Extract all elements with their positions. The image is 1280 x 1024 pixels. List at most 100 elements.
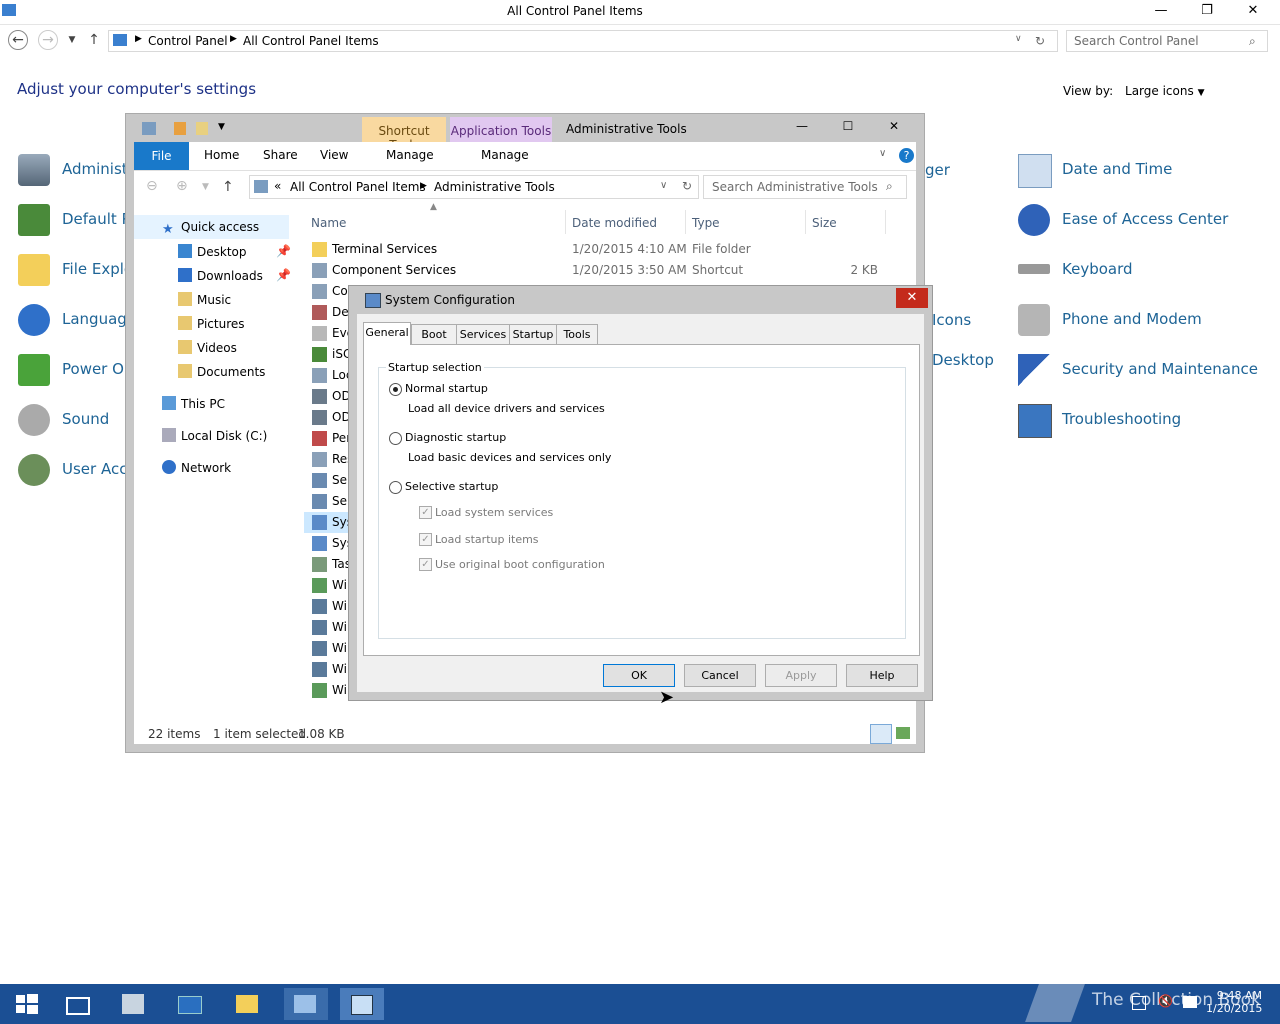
chevron-down-icon[interactable]: ∨: [660, 180, 667, 191]
volume-muted-tray-icon[interactable]: 🔇: [1158, 994, 1173, 1008]
new-folder-icon[interactable]: [196, 122, 208, 135]
column-header-name[interactable]: Name: [311, 216, 346, 230]
checkbox-use-original-boot[interactable]: ✓: [419, 558, 432, 571]
refresh-icon[interactable]: ↻: [682, 179, 692, 193]
label-selective-startup[interactable]: Selective startup: [405, 480, 498, 493]
ribbon-tab-manage-application[interactable]: Manage: [481, 148, 529, 162]
details-view-icon[interactable]: [870, 724, 892, 744]
address-bar[interactable]: ▶ Control Panel ▶ All Control Panel Item…: [108, 30, 1058, 52]
column-divider[interactable]: [685, 210, 686, 234]
close-button[interactable]: ✕: [1230, 0, 1276, 22]
minimize-button[interactable]: —: [1138, 0, 1184, 22]
ribbon-tab-home[interactable]: Home: [204, 148, 239, 162]
forward-arrow-icon[interactable]: ⊕: [176, 178, 188, 194]
search-box[interactable]: Search Control Panel ⌕: [1066, 30, 1268, 52]
nav-item-downloads[interactable]: Downloads: [178, 268, 263, 283]
nav-this-pc[interactable]: This PC: [162, 396, 225, 411]
cp-item-keyboard[interactable]: Keyboard: [1018, 250, 1268, 290]
back-arrow-icon[interactable]: ⊖: [146, 178, 158, 194]
nav-item-videos[interactable]: Videos: [178, 340, 237, 355]
cp-item-language[interactable]: Language: [18, 300, 138, 340]
cp-item-sound[interactable]: Sound: [18, 400, 138, 440]
forward-arrow-icon[interactable]: →: [38, 30, 58, 50]
cp-item-file-explorer[interactable]: File Explo: [18, 250, 138, 290]
recent-dropdown-icon[interactable]: ▼: [202, 182, 209, 192]
up-arrow-icon[interactable]: ↑: [222, 179, 234, 195]
nav-item-desktop[interactable]: Desktop: [178, 244, 247, 259]
file-explorer-taskbar-icon[interactable]: [226, 988, 270, 1020]
tab-tools[interactable]: Tools: [556, 324, 598, 345]
server-manager-icon[interactable]: [112, 988, 156, 1020]
up-arrow-icon[interactable]: ↑: [84, 30, 104, 50]
network-tray-icon[interactable]: [1132, 996, 1146, 1010]
search-icon[interactable]: ⌕: [1249, 34, 1256, 49]
cp-item-date-and-time[interactable]: Date and Time: [1018, 150, 1268, 190]
start-button[interactable]: [4, 988, 48, 1020]
checkbox-load-startup-items[interactable]: ✓: [419, 533, 432, 546]
quick-access-toolbar-dropdown-icon[interactable]: ▼: [218, 122, 225, 132]
breadcrumb-control-panel[interactable]: Control Panel: [148, 34, 228, 48]
radio-selective-startup[interactable]: [389, 481, 402, 494]
column-divider[interactable]: [565, 210, 566, 234]
expand-ribbon-icon[interactable]: ∨: [879, 148, 886, 159]
cp-item-administrative-tools[interactable]: Administ: [18, 150, 138, 190]
dialog-close-button[interactable]: ✕: [896, 288, 928, 308]
action-center-icon[interactable]: [1183, 996, 1197, 1008]
recent-dropdown-icon[interactable]: ▼: [62, 30, 82, 50]
large-icons-view-icon[interactable]: [896, 727, 910, 739]
cp-item-default-programs[interactable]: Default P: [18, 200, 138, 240]
tab-general[interactable]: General: [363, 322, 411, 345]
cp-item-troubleshooting[interactable]: Troubleshooting: [1018, 400, 1268, 440]
cancel-button[interactable]: Cancel: [684, 664, 756, 687]
cp-item-power-options[interactable]: Power Op: [18, 350, 138, 390]
ok-button[interactable]: OK: [603, 664, 675, 687]
file-row[interactable]: Component Services 1/20/2015 3:50 AM Short…: [304, 260, 894, 281]
view-by-dropdown[interactable]: Large icons ▼: [1125, 84, 1204, 98]
ribbon-tab-manage-shortcut[interactable]: Manage: [386, 148, 434, 162]
checkbox-load-system-services[interactable]: ✓: [419, 506, 432, 519]
pin-icon[interactable]: 📌: [276, 244, 291, 258]
search-icon[interactable]: ⌕: [886, 179, 893, 194]
task-view-icon[interactable]: [56, 988, 100, 1020]
radio-diagnostic-startup[interactable]: [389, 432, 402, 445]
explorer-maximize-button[interactable]: ☐: [826, 116, 870, 136]
pin-icon[interactable]: 📌: [276, 268, 291, 282]
tab-services[interactable]: Services: [456, 324, 510, 345]
breadcrumb-admin-tools[interactable]: Administrative Tools: [434, 180, 555, 194]
nav-item-music[interactable]: Music: [178, 292, 231, 307]
control-panel-taskbar-icon[interactable]: [284, 988, 328, 1020]
restore-button[interactable]: ❐: [1184, 0, 1230, 22]
help-icon[interactable]: ?: [899, 148, 914, 163]
chevron-down-icon[interactable]: ∨: [1015, 34, 1022, 44]
tab-boot[interactable]: Boot: [411, 324, 457, 345]
clock[interactable]: 9:48 AM 1/20/2015: [1206, 989, 1262, 1015]
back-arrow-icon[interactable]: ←: [8, 30, 28, 50]
nav-quick-access[interactable]: ★ Quick access: [134, 215, 289, 239]
system-configuration-taskbar-icon[interactable]: [340, 988, 384, 1020]
explorer-minimize-button[interactable]: —: [780, 116, 824, 136]
label-normal-startup[interactable]: Normal startup: [405, 382, 488, 395]
breadcrumb-all-items[interactable]: All Control Panel Items: [243, 34, 379, 48]
cp-item-ease-of-access[interactable]: Ease of Access Center: [1018, 200, 1268, 240]
column-header-date[interactable]: Date modified: [572, 216, 657, 230]
tab-startup[interactable]: Startup: [509, 324, 557, 345]
ribbon-tab-file[interactable]: File: [134, 142, 189, 170]
ribbon-tab-share[interactable]: Share: [263, 148, 298, 162]
cp-item-phone-and-modem[interactable]: Phone and Modem: [1018, 300, 1268, 340]
explorer-address-bar[interactable]: « All Control Panel Items ▶ Administrati…: [249, 175, 699, 199]
nav-local-disk[interactable]: Local Disk (C:): [162, 428, 267, 443]
nav-item-documents[interactable]: Documents: [178, 364, 265, 379]
cp-item-partial-icons[interactable]: Icons: [932, 311, 971, 329]
nav-network[interactable]: Network: [162, 460, 231, 475]
context-tab-application-tools[interactable]: Application Tools: [450, 117, 552, 145]
nav-item-pictures[interactable]: Pictures: [178, 316, 245, 331]
explorer-close-button[interactable]: ✕: [872, 116, 916, 136]
breadcrumb-overflow[interactable]: «: [274, 179, 281, 193]
column-divider[interactable]: [805, 210, 806, 234]
cp-item-partial-desktop[interactable]: Desktop: [932, 351, 994, 369]
help-button[interactable]: Help: [846, 664, 918, 687]
file-row[interactable]: Terminal Services 1/20/2015 4:10 AM File f…: [304, 239, 894, 260]
column-divider[interactable]: [885, 210, 886, 234]
ribbon-tab-view[interactable]: View: [320, 148, 348, 162]
properties-icon[interactable]: [174, 122, 186, 135]
